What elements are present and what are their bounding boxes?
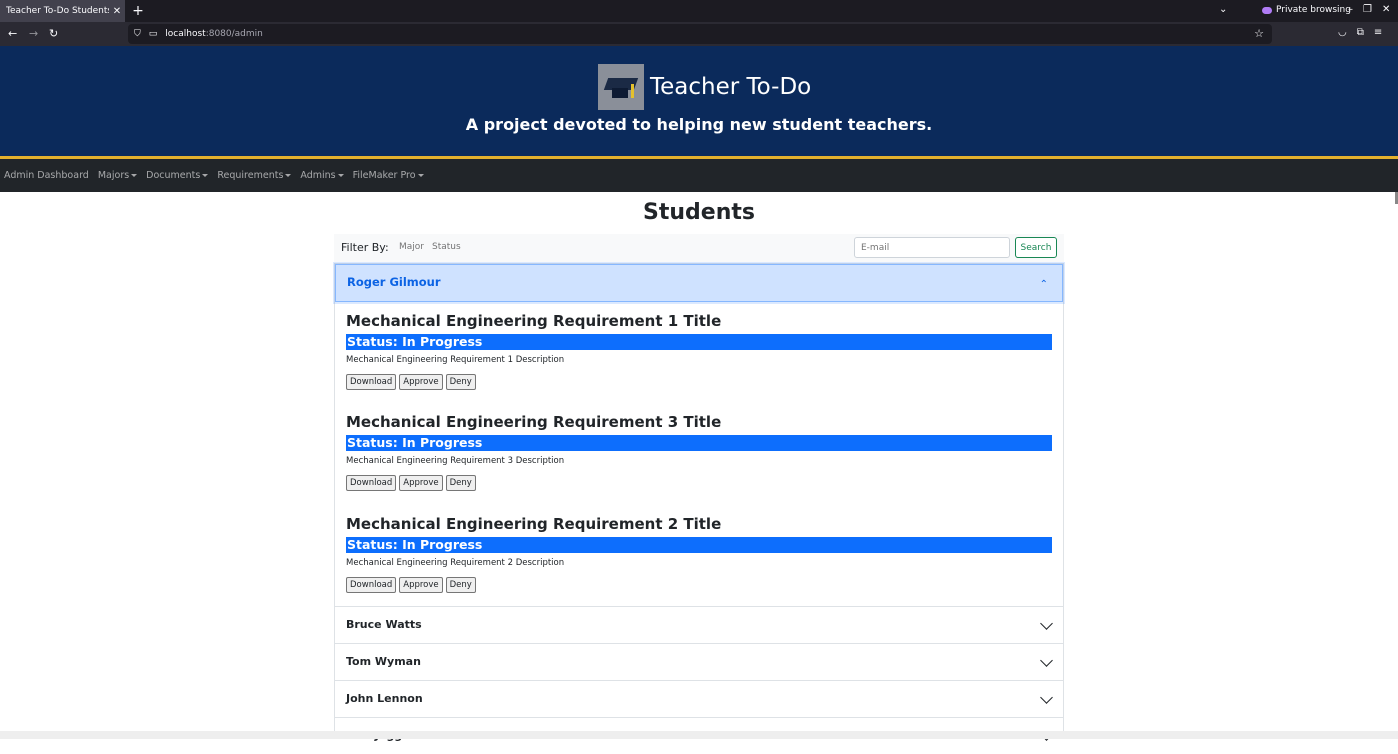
nav-item-filemaker-pro[interactable]: FileMaker Pro [353,170,424,181]
caret-down-icon [337,174,344,177]
download-button[interactable]: Download [346,374,397,390]
approve-button[interactable]: Approve [399,374,443,390]
requirement-card: Mechanical Engineering Requirement 2 Tit… [346,515,1052,593]
download-button[interactable]: Download [346,577,397,593]
approve-button[interactable]: Approve [399,577,443,593]
bookmark-star-icon[interactable]: ☆ [1254,27,1264,40]
student-name: Bruce Watts [346,618,422,631]
extensions-icon[interactable]: ⧉ [1357,27,1364,38]
private-browsing-label: Private browsing [1276,5,1351,15]
page-icon: ▭ [148,29,158,39]
nav-item-majors[interactable]: Majors [98,170,138,181]
requirement-title: Mechanical Engineering Requirement 3 Tit… [346,413,722,431]
approve-button[interactable]: Approve [399,475,443,491]
caret-down-icon [202,174,209,177]
filter-label: Filter By: [341,241,389,254]
toolbar-right-buttons: ◡ ⧉ ≡ [1338,27,1382,38]
nav-item-requirements[interactable]: Requirements [217,170,292,181]
search-button[interactable]: Search [1015,237,1057,258]
private-mask-icon [1262,6,1272,14]
site-subtitle: A project devoted to helping new student… [465,115,933,134]
deny-button[interactable]: Deny [445,577,476,593]
requirement-description: Mechanical Engineering Requirement 3 Des… [346,456,565,466]
requirement-card: Mechanical Engineering Requirement 1 Tit… [346,312,1052,390]
requirement-description: Mechanical Engineering Requirement 1 Des… [346,355,565,365]
brand: Teacher To-Do [598,64,811,110]
caret-down-icon [285,174,292,177]
minimize-icon[interactable]: – [1348,4,1353,15]
nav-item-admin-dashboard[interactable]: Admin Dashboard [4,170,89,181]
requirement-status: Status: In Progress [346,334,1052,350]
url-path: :8080/admin [205,29,263,39]
tab-close-icon[interactable]: ✕ [109,6,125,17]
nav-item-documents[interactable]: Documents [146,170,209,181]
menu-icon[interactable]: ≡ [1374,27,1382,38]
site-title: Teacher To-Do [650,74,812,100]
email-search-input[interactable] [854,237,1010,258]
back-icon[interactable]: ← [8,27,17,40]
browser-tab-bar: Teacher To-Do Students ✕ + ⌄ Private bro… [0,0,1398,22]
taskbar-strip [0,731,1398,739]
reload-icon[interactable]: ↻ [49,27,58,40]
requirement-title: Mechanical Engineering Requirement 1 Tit… [346,312,722,330]
requirement-title: Mechanical Engineering Requirement 2 Tit… [346,515,722,533]
private-browsing-indicator: Private browsing [1262,5,1351,15]
caret-down-icon [417,174,424,177]
shield-icon: ⛉ [134,29,141,39]
filter-major-link[interactable]: Major [399,242,424,252]
page-title: Students [643,200,755,225]
filter-status-link[interactable]: Status [432,242,461,252]
main-navbar: Admin Dashboard Majors Documents Require… [0,159,1398,192]
tab-title: Teacher To-Do Students [6,6,109,16]
url-bar[interactable]: ⛉ ▭ localhost:8080/admin ☆ [128,24,1272,44]
browser-tab[interactable]: Teacher To-Do Students ✕ [0,0,125,22]
pocket-icon[interactable]: ◡ [1338,27,1347,38]
download-button[interactable]: Download [346,475,397,491]
deny-button[interactable]: Deny [445,374,476,390]
caret-down-icon [131,174,138,177]
student-header-collapsed[interactable]: John Lennon [335,680,1063,717]
forward-icon[interactable]: → [29,27,38,40]
window-controls: – ❐ ✕ [1348,4,1390,15]
tab-list-chevron-icon[interactable]: ⌄ [1219,4,1227,15]
restore-icon[interactable]: ❐ [1363,4,1372,15]
students-accordion: Roger Gilmour ⌃ Mechanical Engineering R… [334,263,1064,742]
filter-bar: Filter By: Major Status Search [334,234,1064,262]
url-host: localhost [165,29,206,39]
student-header-open[interactable]: Roger Gilmour ⌃ [335,264,1063,302]
requirement-description: Mechanical Engineering Requirement 2 Des… [346,558,565,568]
browser-toolbar: ← → ↻ ⛉ ▭ localhost:8080/admin ☆ ◡ ⧉ ≡ [0,22,1398,46]
student-name: John Lennon [346,692,423,705]
student-header-collapsed[interactable]: Bruce Watts [335,606,1063,643]
student-header-collapsed[interactable]: Tom Wyman [335,643,1063,680]
chevron-up-icon[interactable]: ⌃ [1040,279,1048,290]
requirement-status: Status: In Progress [346,435,1052,451]
chevron-down-icon[interactable] [1040,654,1053,667]
site-header: Teacher To-Do A project devoted to helpi… [0,46,1398,159]
graduation-cap-logo-icon [598,64,644,110]
chevron-down-icon[interactable] [1040,691,1053,704]
new-tab-button[interactable]: + [130,3,146,19]
deny-button[interactable]: Deny [445,475,476,491]
student-name: Roger Gilmour [347,275,441,289]
requirement-card: Mechanical Engineering Requirement 3 Tit… [346,413,1052,491]
requirement-status: Status: In Progress [346,537,1052,553]
nav-item-admins[interactable]: Admins [300,170,344,181]
window-close-icon[interactable]: ✕ [1382,4,1390,15]
chevron-down-icon[interactable] [1040,617,1053,630]
student-name: Tom Wyman [346,655,421,668]
